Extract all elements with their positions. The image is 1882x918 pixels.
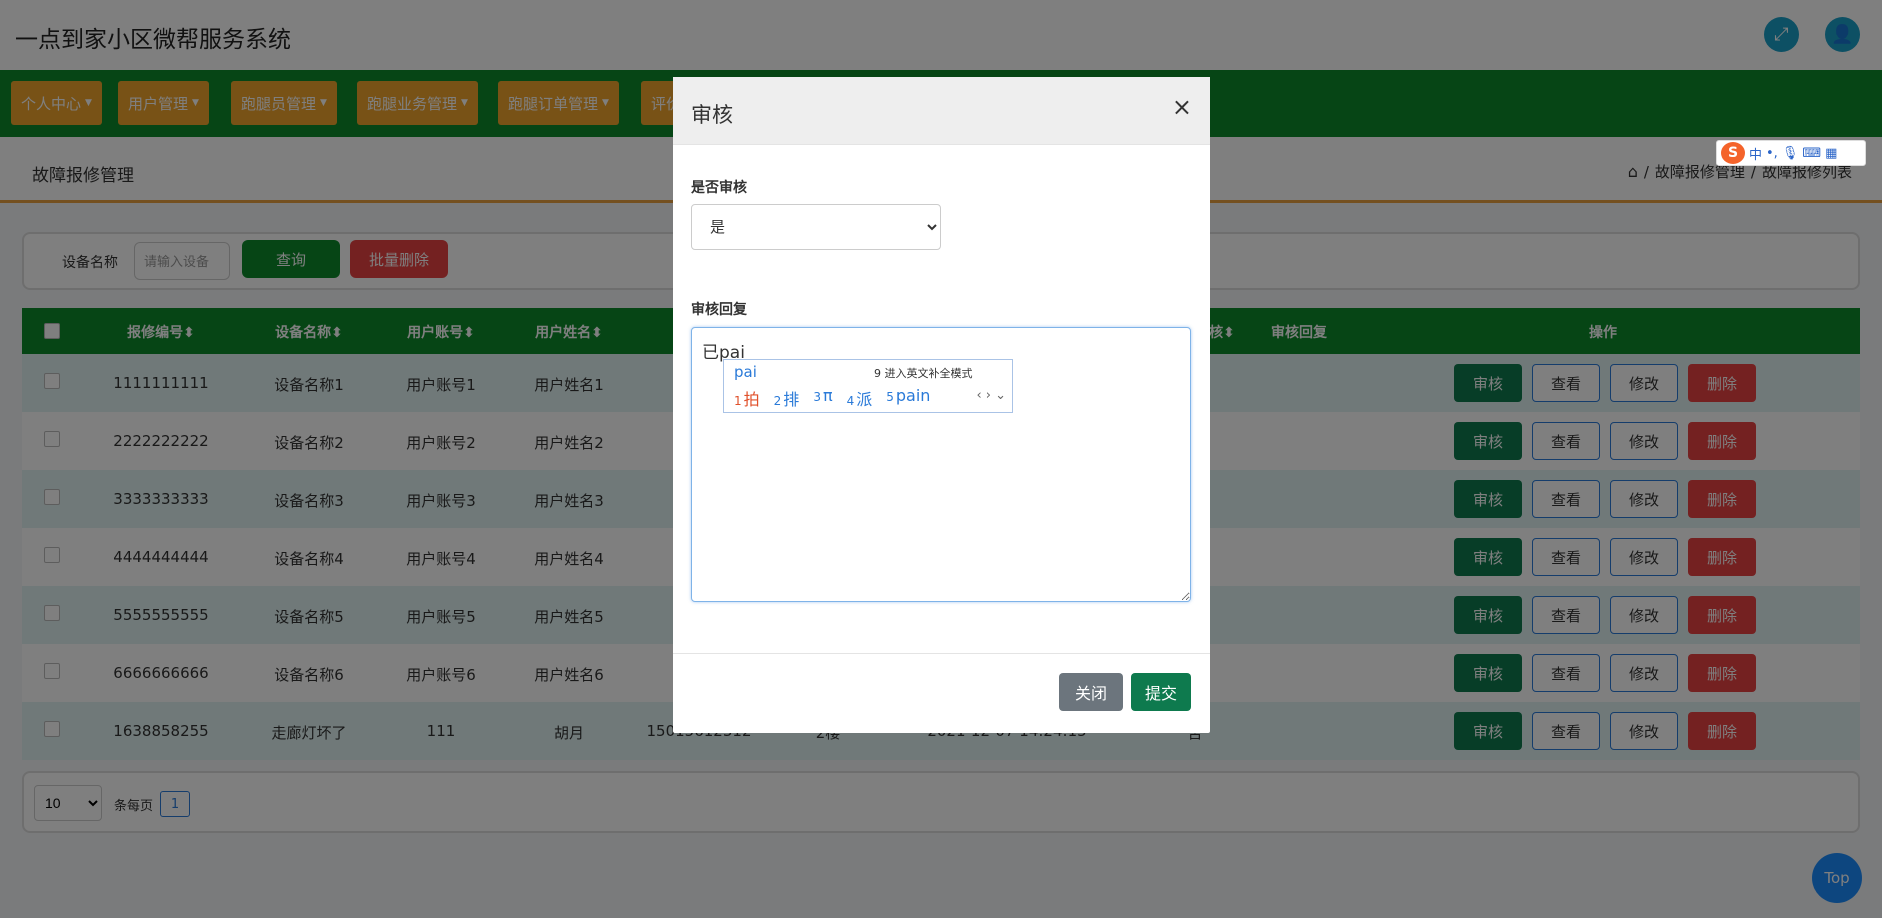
reply-label: 审核回复 [691, 302, 747, 318]
ime-candidate[interactable]: 1拍 [734, 386, 760, 410]
grid-icon[interactable]: ▦ [1825, 146, 1837, 161]
modal-title: 审核 [691, 103, 733, 127]
ime-mode-toggle[interactable]: 中 [1749, 144, 1762, 163]
keyboard-icon[interactable]: ⌨ [1802, 146, 1821, 161]
close-button[interactable]: 关闭 [1059, 673, 1123, 711]
ime-tip: 9 进入英文补全模式 [874, 367, 973, 380]
ime-punct-toggle[interactable]: •, [1766, 146, 1778, 161]
ime-candidate[interactable]: 4派 [847, 386, 873, 410]
ime-composition: pai [734, 363, 757, 381]
mic-icon[interactable]: 🎙 [1782, 146, 1799, 161]
audit-select[interactable]: 是否 [691, 204, 941, 250]
audit-label: 是否审核 [691, 180, 747, 196]
ime-candidate[interactable]: 3π [813, 386, 832, 410]
ime-page-nav[interactable]: ‹ › ⌄ [976, 388, 1006, 403]
audit-modal: 审核 × 是否审核 是否 审核回复 已pai pai 9 进入英文补全模式 1拍… [673, 77, 1210, 733]
sogou-logo-icon[interactable]: S [1721, 142, 1745, 164]
ime-toolbar: S 中 •, 🎙 ⌨ ▦ [1716, 140, 1866, 166]
ime-candidate-popup: pai 9 进入英文补全模式 1 拍 2 排 3 π 4 派 5 pain ‹ › ⌄ [723, 359, 1013, 413]
modal-divider [673, 653, 1210, 654]
submit-button[interactable]: 提交 [1131, 673, 1191, 711]
close-icon[interactable]: × [1172, 95, 1192, 119]
modal-header: 审核 × [673, 77, 1210, 145]
ime-candidate[interactable]: 5 pain [886, 386, 930, 410]
ime-candidate[interactable]: 2排 [774, 386, 800, 410]
